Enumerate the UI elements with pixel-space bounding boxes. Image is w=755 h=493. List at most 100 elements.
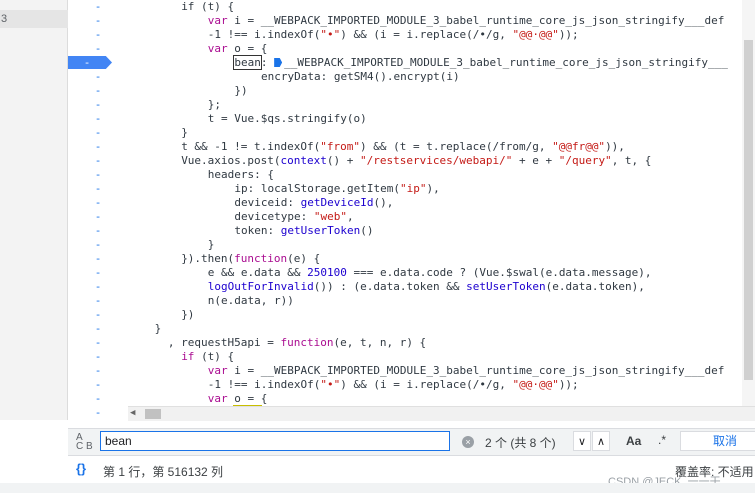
gutter-line-marker[interactable]: - <box>68 98 128 112</box>
gutter-line-marker[interactable]: - <box>68 112 128 126</box>
clear-search-icon[interactable]: × <box>462 436 474 448</box>
bottom-edge <box>0 483 755 493</box>
code-line[interactable]: var o = { <box>208 392 268 406</box>
code-line[interactable]: bean: __WEBPACK_IMPORTED_MODULE_3_babel_… <box>233 55 728 70</box>
code-token: -1 !== i.indexOf( <box>207 28 321 41</box>
code-line[interactable]: }; <box>208 98 221 112</box>
gutter-line-marker[interactable]: - <box>68 182 128 196</box>
code-token: o = { <box>234 42 268 55</box>
code-token: }; <box>207 98 222 111</box>
gutter-line-marker[interactable]: - <box>68 14 128 28</box>
gutter-line-marker[interactable]: - <box>68 154 128 168</box>
code-token: )); <box>558 378 579 391</box>
code-line[interactable]: deviceid: getDeviceId(), <box>234 196 393 210</box>
horizontal-scroll-thumb[interactable] <box>145 409 161 419</box>
code-line[interactable]: var o = { <box>208 42 268 56</box>
code-line[interactable]: headers: { <box>208 168 274 182</box>
code-token: Vue.axios.post( <box>181 154 281 167</box>
code-line[interactable]: , requestH5api = function(e, t, n, r) { <box>168 336 426 350</box>
gutter-line-marker[interactable]: - <box>68 28 128 42</box>
gutter-line-marker[interactable]: - <box>68 266 128 280</box>
code-line[interactable]: e && e.data && 250100 === e.data.code ? … <box>208 266 652 280</box>
gutter-line-marker[interactable]: - <box>68 280 128 294</box>
gutter-line-marker[interactable]: - <box>68 0 128 14</box>
code-line[interactable]: }) <box>234 84 247 98</box>
code-token: __WEBPACK_IMPORTED_MODULE_3_babel_runtim… <box>284 56 728 69</box>
pretty-print-icon[interactable]: {} <box>76 461 86 476</box>
code-line[interactable]: t && -1 != t.indexOf("from") && (t = t.r… <box>181 140 625 154</box>
gutter-line-marker[interactable]: - <box>68 252 128 266</box>
code-token: bean <box>233 55 262 70</box>
gutter-line-marker[interactable]: - <box>68 210 128 224</box>
match-case-icon[interactable]: A C B <box>76 433 93 452</box>
gutter-line-marker[interactable]: - <box>68 392 128 406</box>
code-token: "/restservices/webapi/" <box>360 154 513 167</box>
gutter-line-marker[interactable]: - <box>68 336 128 350</box>
gutter-line-marker[interactable]: - <box>68 168 128 182</box>
status-bar: {} 第 1 行，第 516132 列 CSDN @JECK_一一干 覆盖率: … <box>68 455 755 488</box>
search-input[interactable]: bean <box>100 431 450 451</box>
gutter-line-marker[interactable]: - <box>68 378 128 392</box>
code-line[interactable]: var i = __WEBPACK_IMPORTED_MODULE_3_babe… <box>208 364 725 378</box>
code-line[interactable]: if (t) { <box>181 350 234 364</box>
gutter-line-marker[interactable]: - <box>68 126 128 140</box>
vertical-scroll-thumb[interactable] <box>744 40 753 380</box>
code-line[interactable]: n(e.data, r)) <box>208 294 294 308</box>
code-line[interactable]: var i = __WEBPACK_IMPORTED_MODULE_3_babe… <box>208 14 725 28</box>
breakpoint-marker[interactable]: - <box>68 56 112 69</box>
code-token: ()) : (e.data.token && <box>313 280 467 293</box>
vertical-scrollbar[interactable] <box>742 0 755 406</box>
code-line[interactable]: logOutForInvalid()) : (e.data.token && s… <box>208 280 645 294</box>
code-line[interactable]: } <box>181 126 188 140</box>
next-match-button[interactable]: ∨ <box>573 431 591 451</box>
code-token: "•" <box>320 378 341 391</box>
code-line[interactable]: }) <box>181 308 194 322</box>
code-token: context <box>280 154 327 167</box>
code-token: ) && (t = t.replace(/from/g, <box>360 140 553 153</box>
case-sensitive-toggle[interactable]: Aa <box>626 434 641 448</box>
gutter-line-marker[interactable]: - <box>68 224 128 238</box>
selected-file-fragment[interactable]: 3 <box>0 10 68 28</box>
cancel-button[interactable]: 取消 <box>680 431 755 451</box>
gutter-line-marker[interactable]: - <box>68 140 128 154</box>
inline-breakpoint-icon[interactable] <box>274 58 283 67</box>
code-line[interactable]: }).then(function(e) { <box>181 252 320 266</box>
gutter-line-marker[interactable]: - <box>68 350 128 364</box>
code-token: e && e.data && <box>207 266 308 279</box>
gutter-line-marker[interactable]: - <box>68 322 128 336</box>
code-token: "@@fr@@" <box>552 140 606 153</box>
gutter-line-marker[interactable]: - <box>68 196 128 210</box>
gutter-line-marker[interactable]: - <box>68 238 128 252</box>
code-line[interactable]: token: getUserToken() <box>234 224 373 238</box>
code-token: (e) { <box>287 252 321 265</box>
code-token: "@@·@@" <box>512 28 559 41</box>
code-line[interactable]: -1 !== i.indexOf("•") && (i = i.replace(… <box>208 28 579 42</box>
regex-toggle[interactable]: .* <box>658 433 666 447</box>
gutter-line-marker[interactable]: - <box>68 294 128 308</box>
code-line[interactable]: Vue.axios.post(context() + "/restservice… <box>181 154 651 168</box>
code-token: function <box>280 336 334 349</box>
previous-match-button[interactable]: ∧ <box>592 431 610 451</box>
gutter-line-marker[interactable]: - <box>68 308 128 322</box>
code-line[interactable]: if (t) { <box>181 0 234 14</box>
gutter-line-marker[interactable]: - <box>68 364 128 378</box>
code-line[interactable]: encryData: getSM4().encrypt(i) <box>261 70 460 84</box>
gutter-line-marker[interactable]: - <box>68 42 128 56</box>
horizontal-scrollbar[interactable]: ◀ <box>128 406 755 421</box>
gutter-line-marker[interactable]: - <box>68 406 128 420</box>
source-code-editor[interactable]: if (t) {var i = __WEBPACK_IMPORTED_MODUL… <box>128 0 755 406</box>
code-line[interactable]: } <box>208 238 215 252</box>
code-line[interactable]: } <box>155 322 162 336</box>
scroll-left-icon[interactable]: ◀ <box>130 408 135 418</box>
code-line[interactable]: t = Vue.$qs.stringify(o) <box>208 112 367 126</box>
code-token: () + <box>326 154 361 167</box>
code-line[interactable]: ip: localStorage.getItem("ip"), <box>234 182 439 196</box>
code-token: if (t) { <box>181 0 235 13</box>
code-line[interactable]: devicetype: "web", <box>234 210 353 224</box>
code-token: setUserToken <box>466 280 546 293</box>
code-token: getUserToken <box>280 224 361 237</box>
gutter-line-marker[interactable]: - <box>68 70 128 84</box>
code-token: (t) { <box>201 350 235 363</box>
gutter-line-marker[interactable]: - <box>68 84 128 98</box>
code-line[interactable]: -1 !== i.indexOf("•") && (i = i.replace(… <box>208 378 579 392</box>
